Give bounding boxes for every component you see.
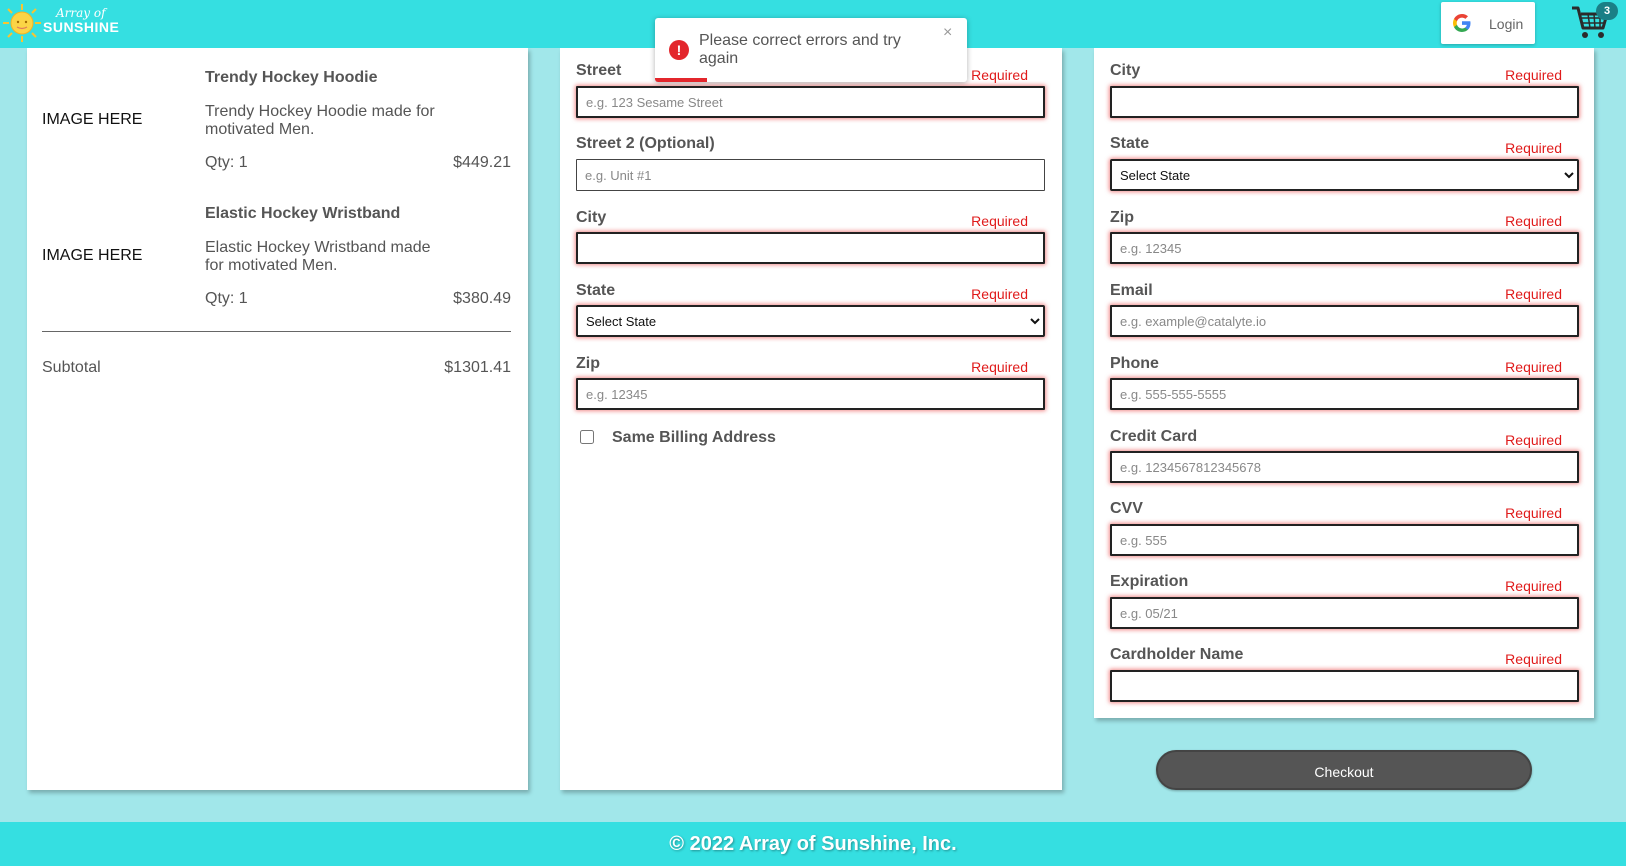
required-indicator: Required	[1505, 578, 1562, 594]
zip-label: Zip	[576, 355, 600, 372]
checkout-button[interactable]: Checkout	[1156, 750, 1532, 790]
subtotal-value: $1301.41	[444, 359, 511, 376]
required-indicator: Required	[1505, 286, 1562, 302]
cardholder-name-input[interactable]	[1110, 670, 1579, 702]
billing-payment-panel: City Required State Required Select Stat…	[1094, 48, 1594, 718]
cardholder-name-label: Cardholder Name	[1110, 646, 1244, 663]
credit-card-label: Credit Card	[1110, 428, 1198, 445]
google-login-button[interactable]: Login	[1441, 2, 1535, 44]
footer-copyright: © 2022 Array of Sunshine, Inc.	[669, 833, 957, 855]
required-indicator: Required	[1505, 140, 1562, 156]
cart-count-badge: 3	[1596, 2, 1618, 20]
billing-state-select[interactable]: Select State	[1110, 159, 1579, 191]
same-billing-checkbox[interactable]	[580, 430, 594, 444]
street2-input[interactable]	[576, 159, 1045, 191]
logo-title: SUNSHINE	[43, 19, 120, 35]
email-label: Email	[1110, 282, 1153, 299]
billing-state-label: State	[1110, 135, 1150, 152]
product-qty: Qty: 1	[205, 154, 248, 171]
required-indicator: Required	[1505, 359, 1562, 375]
required-indicator: Required	[971, 359, 1028, 375]
billing-zip-input[interactable]	[1110, 232, 1579, 264]
sun-logo-icon	[3, 4, 41, 42]
toast-message: Please correct errors and try again	[699, 32, 901, 67]
cvv-input[interactable]	[1110, 524, 1579, 556]
state-label: State	[576, 282, 616, 299]
product-qty: Qty: 1	[205, 290, 248, 307]
street-input[interactable]	[576, 86, 1045, 118]
email-input[interactable]	[1110, 305, 1579, 337]
zip-input[interactable]	[576, 378, 1045, 410]
billing-zip-label: Zip	[1110, 209, 1134, 226]
footer: © 2022 Array of Sunshine, Inc.	[0, 822, 1626, 866]
toast-progress-bar	[655, 78, 707, 82]
product-image-placeholder: IMAGE HERE	[42, 111, 143, 128]
required-indicator: Required	[971, 213, 1028, 229]
product-name: Elastic Hockey Wristband	[205, 205, 401, 222]
city-label: City	[576, 209, 607, 226]
login-label: Login	[1489, 16, 1524, 32]
required-indicator: Required	[1505, 432, 1562, 448]
phone-input[interactable]	[1110, 378, 1579, 410]
billing-city-input[interactable]	[1110, 86, 1579, 118]
logo-text: Array of	[56, 6, 106, 20]
error-toast: ! Please correct errors and try again ×	[655, 18, 967, 82]
required-indicator: Required	[1505, 651, 1562, 667]
product-name: Trendy Hockey Hoodie	[205, 69, 378, 86]
product-image-placeholder: IMAGE HERE	[42, 247, 143, 264]
state-select[interactable]: Select State	[576, 305, 1045, 337]
same-billing-label: Same Billing Address	[612, 429, 776, 446]
city-input[interactable]	[576, 232, 1045, 264]
logo[interactable]: Array of SUNSHINE	[0, 0, 120, 46]
cart-summary-panel: IMAGE HERE Trendy Hockey Hoodie Trendy H…	[27, 48, 528, 790]
divider	[42, 331, 511, 332]
product-price: $449.21	[453, 154, 511, 171]
expiration-label: Expiration	[1110, 573, 1189, 590]
required-indicator: Required	[1505, 67, 1562, 83]
cvv-label: CVV	[1110, 500, 1143, 517]
close-icon[interactable]: ×	[943, 24, 952, 42]
product-description: Trendy Hockey Hoodie made for motivated …	[205, 103, 435, 138]
credit-card-input[interactable]	[1110, 451, 1579, 483]
billing-city-label: City	[1110, 62, 1141, 79]
expiration-input[interactable]	[1110, 597, 1579, 629]
google-icon	[1453, 14, 1471, 32]
required-indicator: Required	[1505, 213, 1562, 229]
required-indicator: Required	[971, 286, 1028, 302]
street2-label: Street 2 (Optional)	[576, 135, 715, 152]
shipping-address-panel: Street Required Street 2 (Optional) City…	[560, 48, 1062, 790]
street-label: Street	[576, 62, 622, 79]
phone-label: Phone	[1110, 355, 1159, 372]
error-icon: !	[669, 40, 689, 60]
required-indicator: Required	[1505, 505, 1562, 521]
product-price: $380.49	[453, 290, 511, 307]
product-description: Elastic Hockey Wristband made for motiva…	[205, 239, 431, 274]
subtotal-label: Subtotal	[42, 359, 101, 376]
